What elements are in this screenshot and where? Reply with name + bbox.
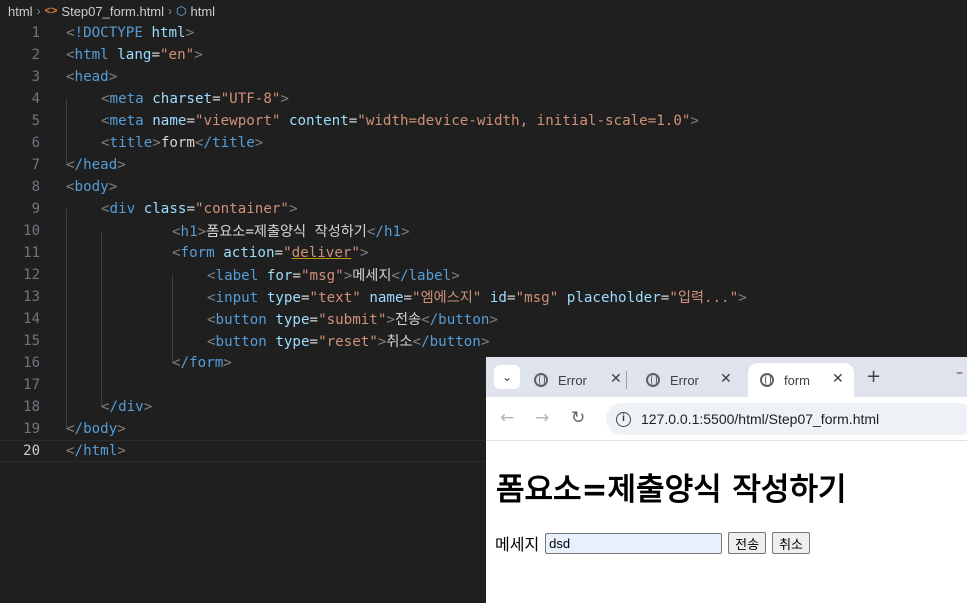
arrow-right-icon[interactable]: → bbox=[535, 408, 549, 428]
code-text: <input type="text" name="엠에스지" id="msg" … bbox=[207, 290, 747, 306]
code-line: 15 <button type="reset">취소</button> bbox=[0, 330, 967, 352]
code-line: 9 <div class="container"> bbox=[0, 198, 967, 220]
arrow-left-icon[interactable]: ← bbox=[500, 408, 514, 428]
line-number: 14 bbox=[23, 311, 40, 327]
minimize-icon[interactable]: – bbox=[956, 365, 963, 381]
code-line: 8 <body> bbox=[0, 176, 967, 198]
chevron-right-icon: › bbox=[36, 4, 41, 18]
line-number: 15 bbox=[23, 333, 40, 349]
chevron-down-icon[interactable]: ⌄ bbox=[494, 365, 520, 389]
code-line: 12 <label for="msg">메세지</label> bbox=[0, 264, 967, 286]
code-text: </body> bbox=[66, 421, 126, 437]
close-icon[interactable]: ✕ bbox=[610, 371, 622, 387]
address-bar[interactable]: i 127.0.0.1:5500/html/Step07_form.html bbox=[606, 403, 967, 435]
line-number: 20 bbox=[23, 443, 40, 459]
line-number: 16 bbox=[23, 355, 40, 371]
breadcrumb-root[interactable]: html bbox=[8, 4, 33, 19]
code-text: </form> bbox=[172, 355, 232, 371]
code-text: <label for="msg">메세지</label> bbox=[207, 268, 460, 284]
line-number: 10 bbox=[23, 223, 40, 239]
reload-icon[interactable]: ↻ bbox=[571, 408, 585, 428]
code-line: 3 <head> bbox=[0, 66, 967, 88]
code-text: <form action="deliver"> bbox=[172, 245, 369, 261]
line-number: 6 bbox=[31, 135, 40, 151]
code-text: <button type="submit">전송</button> bbox=[207, 312, 498, 328]
code-text: <meta name="viewport" content="width=dev… bbox=[101, 113, 699, 129]
browser-window: ⌄ Error ✕ Error ✕ form ✕ + – ← → ↻ i 127… bbox=[486, 357, 967, 603]
tab-title: Error bbox=[670, 372, 699, 388]
tab-strip: ⌄ Error ✕ Error ✕ form ✕ + – bbox=[486, 357, 967, 397]
line-number: 17 bbox=[23, 377, 40, 393]
html-file-icon: <> bbox=[44, 5, 58, 17]
code-text: <button type="reset">취소</button> bbox=[207, 334, 490, 350]
line-number: 13 bbox=[23, 289, 40, 305]
message-label: 메세지 bbox=[495, 535, 540, 554]
reset-button[interactable]: 취소 bbox=[772, 532, 811, 554]
code-line: 14 <button type="submit">전송</button> bbox=[0, 308, 967, 330]
message-input[interactable] bbox=[545, 532, 723, 554]
line-number: 12 bbox=[23, 267, 40, 283]
line-number: 7 bbox=[31, 157, 40, 173]
code-line: 2 <html lang="en"> bbox=[0, 44, 967, 66]
breadcrumb: html › <> Step07_form.html › ⬡ html bbox=[0, 0, 967, 22]
code-line: 6 <title>form</title> bbox=[0, 132, 967, 154]
code-line: 1 <!DOCTYPE html> bbox=[0, 22, 967, 44]
line-number: 18 bbox=[23, 399, 40, 415]
close-icon[interactable]: ✕ bbox=[832, 371, 844, 387]
code-line: 5 <meta name="viewport" content="width=d… bbox=[0, 110, 967, 132]
tab-title: form bbox=[784, 372, 810, 388]
breadcrumb-file[interactable]: Step07_form.html bbox=[61, 4, 164, 19]
code-text: </head> bbox=[66, 157, 126, 173]
tab-error-1[interactable]: Error ✕ bbox=[522, 363, 626, 397]
url-text: 127.0.0.1:5500/html/Step07_form.html bbox=[641, 411, 880, 427]
page-heading: 폼요소=제출양식 작성하기 bbox=[496, 472, 847, 508]
code-text: <head> bbox=[66, 69, 118, 85]
line-number: 9 bbox=[31, 201, 40, 217]
submit-button[interactable]: 전송 bbox=[728, 532, 767, 554]
code-text: <div class="container"> bbox=[101, 201, 298, 217]
info-icon[interactable]: i bbox=[616, 411, 631, 427]
close-icon[interactable]: ✕ bbox=[720, 371, 732, 387]
code-line: 4 <meta charset="UTF-8"> bbox=[0, 88, 967, 110]
code-text: <html lang="en"> bbox=[66, 47, 203, 63]
plus-icon[interactable]: + bbox=[866, 366, 881, 387]
line-number: 3 bbox=[31, 69, 40, 85]
page-viewport: 폼요소=제출양식 작성하기 메세지 전송 취소 bbox=[486, 442, 967, 603]
line-number: 2 bbox=[31, 47, 40, 63]
globe-icon bbox=[534, 373, 548, 387]
breadcrumb-element[interactable]: html bbox=[191, 4, 216, 19]
code-line: 13 <input type="text" name="엠에스지" id="ms… bbox=[0, 286, 967, 308]
code-line: 7 </head> bbox=[0, 154, 967, 176]
line-number: 19 bbox=[23, 421, 40, 437]
code-text: <!DOCTYPE html> bbox=[66, 25, 195, 41]
line-number: 5 bbox=[31, 113, 40, 129]
code-text: <meta charset="UTF-8"> bbox=[101, 91, 289, 107]
code-text: <h1>폼요소=제출양식 작성하기</h1> bbox=[172, 224, 410, 240]
chevron-right-icon: › bbox=[168, 4, 173, 18]
code-line: 11 <form action="deliver"> bbox=[0, 242, 967, 264]
browser-toolbar: ← → ↻ i 127.0.0.1:5500/html/Step07_form.… bbox=[486, 397, 967, 441]
tab-title: Error bbox=[558, 372, 587, 388]
tab-error-2[interactable]: Error ✕ bbox=[634, 363, 738, 397]
code-text: <body> bbox=[66, 179, 118, 195]
tab-form[interactable]: form ✕ bbox=[748, 363, 854, 397]
globe-icon bbox=[646, 373, 660, 387]
code-text: </div> bbox=[101, 399, 153, 415]
line-number: 4 bbox=[31, 91, 40, 107]
message-form: 메세지 전송 취소 bbox=[495, 531, 811, 555]
line-number: 11 bbox=[23, 245, 40, 261]
line-number: 8 bbox=[31, 179, 40, 195]
element-box-icon: ⬡ bbox=[176, 4, 187, 18]
code-text: <title>form</title> bbox=[101, 135, 264, 151]
line-number: 1 bbox=[31, 25, 40, 41]
code-text: </html> bbox=[66, 443, 126, 459]
tab-divider bbox=[626, 371, 627, 389]
code-line: 10 <h1>폼요소=제출양식 작성하기</h1> bbox=[0, 220, 967, 242]
globe-icon bbox=[760, 373, 774, 387]
